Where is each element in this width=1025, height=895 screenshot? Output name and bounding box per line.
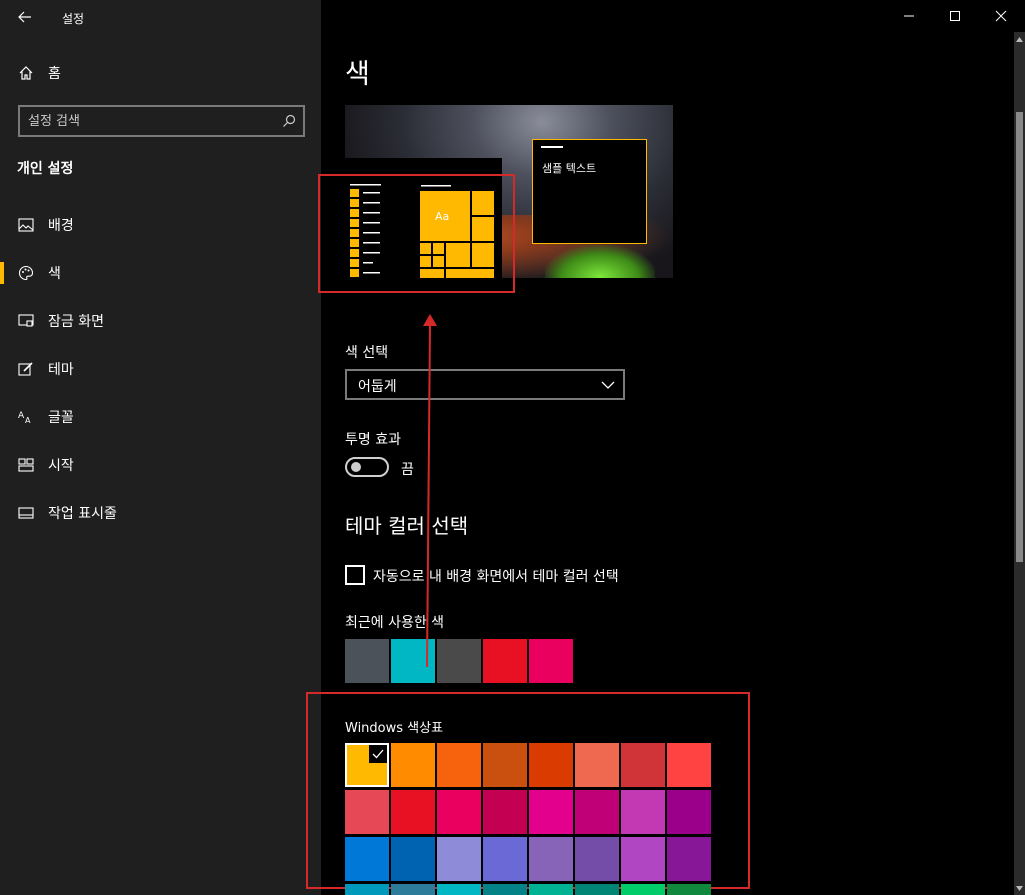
palette-color-swatch[interactable]: [575, 837, 619, 881]
color-choice-value: 어둡게: [358, 379, 397, 395]
recent-color-swatch[interactable]: [483, 639, 527, 683]
palette-color-swatch[interactable]: [345, 743, 389, 787]
annotation-box-preview: [318, 174, 515, 293]
page-title: 색: [345, 59, 370, 90]
sidebar-item-label: 작업 표시줄: [48, 506, 117, 522]
toggle-knob: [351, 462, 361, 472]
sidebar-item-label: 색: [48, 266, 61, 282]
transparency-toggle[interactable]: [345, 457, 389, 477]
palette-color-swatch[interactable]: [529, 790, 573, 834]
palette-color-swatch[interactable]: [345, 884, 389, 895]
sidebar-item-start[interactable]: 시작: [0, 445, 321, 485]
palette-color-swatch[interactable]: [621, 884, 665, 895]
sidebar-item-theme[interactable]: 테마: [0, 349, 321, 389]
sidebar: 설정 홈 개인 설정 배경 색 잠금 화면 테마: [0, 0, 321, 895]
recent-color-swatch[interactable]: [529, 639, 573, 683]
palette-icon: [17, 264, 35, 282]
palette-color-swatch[interactable]: [621, 790, 665, 834]
sidebar-item-color[interactable]: 색: [0, 253, 321, 293]
palette-color-swatch[interactable]: [575, 743, 619, 787]
palette-color-swatch[interactable]: [483, 743, 527, 787]
sidebar-item-taskbar[interactable]: 작업 표시줄: [0, 493, 321, 533]
search-input[interactable]: [28, 111, 278, 131]
back-button[interactable]: [10, 5, 40, 29]
palette-color-swatch[interactable]: [529, 837, 573, 881]
picture-icon: [17, 216, 35, 234]
palette-color-swatch[interactable]: [667, 743, 711, 787]
scroll-up-arrow-icon[interactable]: [1014, 34, 1025, 44]
svg-text:A: A: [25, 416, 31, 424]
font-icon: AA: [17, 408, 35, 426]
scrollbar[interactable]: [1014, 32, 1025, 895]
accent-section-title: 테마 컬러 선택: [345, 514, 469, 538]
palette-color-swatch[interactable]: [391, 743, 435, 787]
palette-color-swatch[interactable]: [621, 837, 665, 881]
sample-window: 샘플 텍스트: [532, 139, 647, 244]
palette-color-swatch[interactable]: [391, 837, 435, 881]
section-title: 개인 설정: [17, 161, 74, 177]
back-arrow-icon: [18, 11, 31, 23]
palette-color-swatch[interactable]: [483, 884, 527, 895]
sidebar-item-home[interactable]: 홈: [0, 53, 321, 93]
home-icon: [17, 64, 35, 82]
search-box[interactable]: [18, 105, 305, 137]
sidebar-item-fonts[interactable]: AA 글꼴: [0, 397, 321, 437]
sample-text: 샘플 텍스트: [542, 162, 597, 175]
palette-color-swatch[interactable]: [483, 837, 527, 881]
sidebar-item-label: 테마: [48, 362, 74, 378]
svg-text:A: A: [18, 411, 25, 421]
palette-color-swatch[interactable]: [575, 790, 619, 834]
auto-accent-label: 자동으로 내 배경 화면에서 테마 컬러 선택: [373, 569, 619, 585]
chevron-down-icon: [601, 381, 615, 389]
color-choice-dropdown[interactable]: 어둡게: [345, 369, 625, 400]
sample-window-titlebar: [541, 146, 563, 148]
palette-color-swatch[interactable]: [575, 884, 619, 895]
palette-color-swatch[interactable]: [391, 884, 435, 895]
checkmark-icon: [369, 745, 387, 763]
scroll-thumb[interactable]: [1016, 112, 1023, 562]
palette-color-swatch[interactable]: [437, 743, 481, 787]
sidebar-item-label: 시작: [48, 458, 74, 474]
sidebar-item-label: 배경: [48, 218, 74, 234]
sidebar-item-background[interactable]: 배경: [0, 205, 321, 245]
palette-color-swatch[interactable]: [667, 790, 711, 834]
scroll-down-arrow-icon[interactable]: [1014, 883, 1025, 893]
palette-label: Windows 색상표: [345, 721, 444, 736]
palette-color-swatch[interactable]: [621, 743, 665, 787]
annotation-arrow-icon: [423, 314, 437, 668]
app-title: 설정: [62, 12, 85, 26]
recent-color-swatch[interactable]: [345, 639, 389, 683]
palette-color-swatch[interactable]: [345, 837, 389, 881]
auto-accent-checkbox[interactable]: [345, 565, 365, 585]
transparency-state: 끔: [401, 462, 414, 478]
sidebar-item-label: 글꼴: [48, 410, 74, 426]
search-icon[interactable]: [281, 113, 297, 129]
recent-color-swatch[interactable]: [437, 639, 481, 683]
palette-color-swatch[interactable]: [667, 837, 711, 881]
transparency-label: 투명 효과: [345, 432, 401, 448]
sidebar-item-label: 홈: [48, 66, 61, 82]
color-choice-label: 색 선택: [345, 345, 389, 361]
palette-color-swatch[interactable]: [437, 837, 481, 881]
palette-color-swatch[interactable]: [437, 790, 481, 834]
sidebar-item-label: 잠금 화면: [48, 314, 104, 330]
green-tent: [545, 245, 655, 278]
palette-color-swatch[interactable]: [391, 790, 435, 834]
palette-color-swatch[interactable]: [437, 884, 481, 895]
lock-screen-icon: [17, 312, 35, 330]
palette-color-swatch[interactable]: [667, 884, 711, 895]
sidebar-item-lock-screen[interactable]: 잠금 화면: [0, 301, 321, 341]
taskbar-icon: [17, 504, 35, 522]
start-tiles-icon: [17, 456, 35, 474]
palette-color-swatch[interactable]: [529, 884, 573, 895]
palette-color-swatch[interactable]: [483, 790, 527, 834]
theme-brush-icon: [17, 360, 35, 378]
palette-color-swatch[interactable]: [345, 790, 389, 834]
palette-color-swatch[interactable]: [529, 743, 573, 787]
